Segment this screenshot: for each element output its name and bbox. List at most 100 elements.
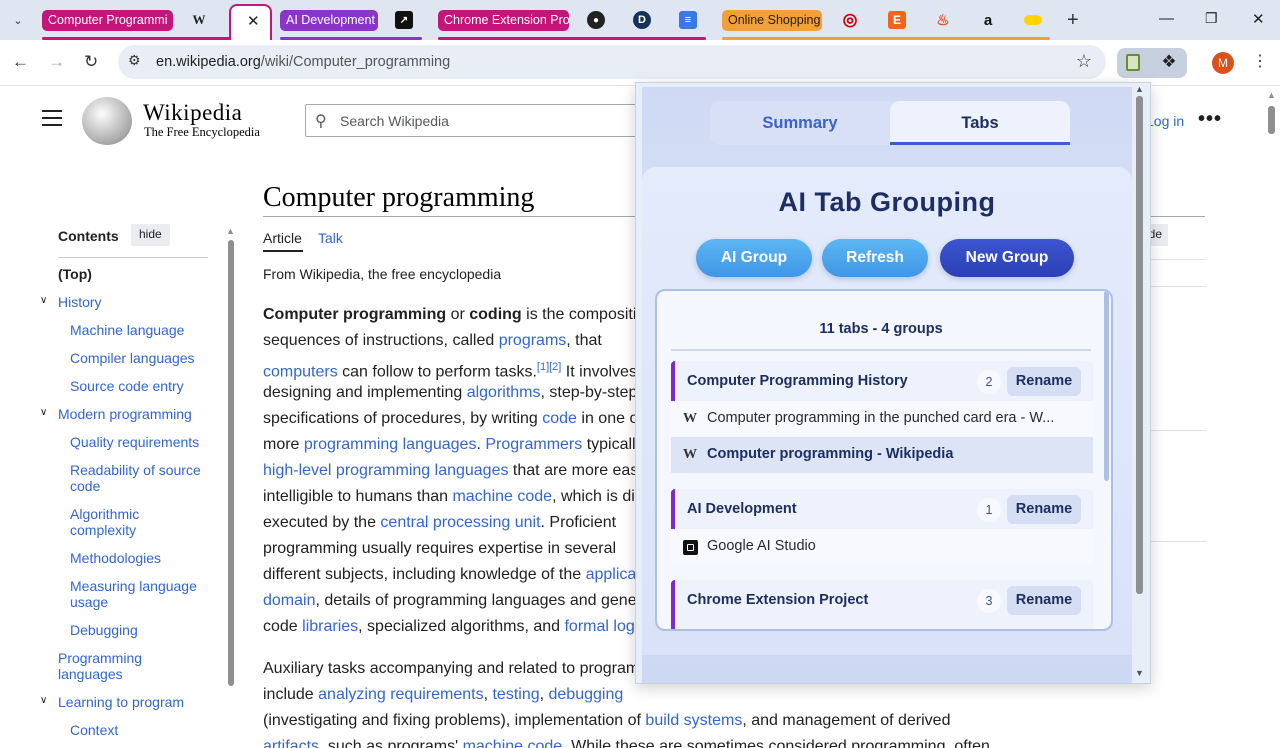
popup-scrollbar[interactable] <box>1136 96 1143 594</box>
flame-icon[interactable]: ♨ <box>934 11 952 29</box>
toc-item-measuring-language-usage[interactable]: Measuring language usage <box>70 578 210 610</box>
toc-expand-icon[interactable]: ∨ <box>40 295 47 306</box>
bookmark-star-icon[interactable]: ☆ <box>1076 51 1092 72</box>
wikipedia-wordmark[interactable]: Wikipedia <box>143 100 242 126</box>
toc-item-source-code-entry[interactable]: Source code entry <box>70 378 184 394</box>
rename-button[interactable]: Rename <box>1007 586 1081 615</box>
tab-group-chip-chrome-extension[interactable]: Chrome Extension Pro <box>438 10 569 31</box>
d-app-icon[interactable]: D <box>633 11 651 29</box>
toc-item-readability[interactable]: Readability of source code <box>70 462 210 494</box>
link-computers[interactable]: computers <box>263 363 338 380</box>
tab-search-button[interactable]: ⌄ <box>6 8 30 32</box>
toc-item-quality-requirements[interactable]: Quality requirements <box>70 434 199 450</box>
yellow-group-icon[interactable] <box>1024 11 1042 29</box>
toc-item-programming-languages[interactable]: Programming languages <box>58 650 158 682</box>
forward-button[interactable]: → <box>48 52 65 72</box>
new-group-button[interactable]: New Group <box>940 239 1074 277</box>
toc-scroll-up-icon[interactable]: ▲ <box>226 226 235 236</box>
tab-grouping-extension-button[interactable] <box>1117 48 1151 78</box>
browser-menu-icon[interactable]: ⋮ <box>1252 51 1268 71</box>
tab-group-chip-computer-programming[interactable]: Computer Programmi <box>42 10 173 31</box>
toc-item-methodologies[interactable]: Methodologies <box>70 550 161 566</box>
back-button[interactable]: ← <box>12 52 29 72</box>
page-scroll-up-icon[interactable]: ▲ <box>1267 90 1276 100</box>
main-menu-icon[interactable] <box>42 110 62 131</box>
google-docs-icon[interactable]: ≡ <box>679 11 697 29</box>
link-high-level-languages[interactable]: high-level programming languages <box>263 462 508 479</box>
active-tab[interactable]: ✕ <box>229 4 272 40</box>
new-tab-button[interactable]: + <box>1067 9 1079 32</box>
site-info-icon[interactable]: ⚙ <box>128 52 141 69</box>
link-testing[interactable]: testing <box>492 686 539 703</box>
popup-scroll-up-icon[interactable]: ▲ <box>1135 84 1144 94</box>
tab-talk[interactable]: Talk <box>318 230 343 246</box>
wikipedia-icon[interactable]: W <box>190 11 208 29</box>
close-icon[interactable]: ✕ <box>247 12 260 30</box>
link-artifacts[interactable]: artifacts <box>263 738 319 748</box>
login-link[interactable]: Log in <box>1146 113 1184 129</box>
link-cpu[interactable]: central processing unit <box>380 514 540 531</box>
restore-button[interactable]: ❐ <box>1205 10 1218 27</box>
group-tab-row[interactable]: W Computer programming - Wikipedia <box>671 437 1093 473</box>
profile-avatar[interactable]: M <box>1212 52 1234 74</box>
page-scrollbar[interactable] <box>1268 106 1275 134</box>
toc-item-machine-language[interactable]: Machine language <box>70 322 184 338</box>
toc-expand-icon[interactable]: ∨ <box>40 407 47 418</box>
more-options-icon[interactable]: ••• <box>1198 108 1222 131</box>
text: different subjects, including knowledge … <box>263 566 586 583</box>
group-tab-row[interactable]: W Computer programming in the punched ca… <box>671 401 1093 437</box>
wikipedia-search-input[interactable]: ⚲ Search Wikipedia <box>305 104 645 137</box>
link-algorithms[interactable]: algorithms <box>467 384 541 401</box>
toc-item-context[interactable]: Context <box>70 722 118 738</box>
rename-button[interactable]: Rename <box>1007 367 1081 396</box>
rename-button[interactable]: Rename <box>1007 495 1081 524</box>
ai-group-button[interactable]: AI Group <box>696 239 812 277</box>
link-analyzing-requirements[interactable]: analyzing requirements <box>318 686 483 703</box>
url-text[interactable]: en.wikipedia.org/wiki/Computer_programmi… <box>156 54 450 70</box>
link-code[interactable]: code <box>542 410 577 427</box>
link-debugging[interactable]: debugging <box>549 686 624 703</box>
toc-item-modern-programming[interactable]: Modern programming <box>58 406 192 422</box>
amazon-icon[interactable]: a <box>979 11 997 29</box>
minimize-button[interactable]: — <box>1159 10 1174 27</box>
link-formal-logic[interactable]: formal log <box>564 618 634 635</box>
link-domain[interactable]: domain <box>263 592 315 609</box>
link-libraries[interactable]: libraries <box>302 618 358 635</box>
tab-article[interactable]: Article <box>263 230 302 246</box>
tab-tabs[interactable]: Tabs <box>890 101 1070 145</box>
wikipedia-globe-logo[interactable] <box>82 97 132 145</box>
link-machine-code[interactable]: machine code <box>452 488 552 505</box>
link-machine-code[interactable]: machine code <box>463 738 563 748</box>
tab-summary[interactable]: Summary <box>710 101 890 145</box>
target-icon[interactable]: ◎ <box>841 10 859 29</box>
toc-item-debugging[interactable]: Debugging <box>70 622 138 638</box>
group-tab-row[interactable]: Google AI Studio <box>671 529 1093 565</box>
toc-item-compiler-languages[interactable]: Compiler languages <box>70 350 195 366</box>
group-list-scrollbar[interactable] <box>1104 291 1109 481</box>
tab-group-chip-online-shopping[interactable]: Online Shopping <box>722 10 822 31</box>
link-programmers[interactable]: Programmers <box>485 436 582 453</box>
toc-expand-icon[interactable]: ∨ <box>40 695 47 706</box>
toc-item-top[interactable]: (Top) <box>58 266 92 282</box>
popup-scroll-down-icon[interactable]: ▼ <box>1135 668 1144 678</box>
citation-link[interactable]: [1][2] <box>537 361 561 373</box>
extensions-puzzle-icon[interactable]: ❖ <box>1151 48 1187 78</box>
toc-scrollbar[interactable] <box>228 240 234 686</box>
close-window-button[interactable]: ✕ <box>1252 10 1265 28</box>
tab-group-chip-ai-development[interactable]: AI Development <box>280 10 378 31</box>
toc-item-algorithmic-complexity[interactable]: Algorithmic complexity <box>70 506 160 538</box>
reload-button[interactable]: ↻ <box>84 52 98 72</box>
address-bar[interactable]: ⚙ en.wikipedia.org/wiki/Computer_program… <box>118 45 1106 79</box>
toc-item-history[interactable]: History <box>58 294 102 310</box>
etsy-icon[interactable]: E <box>888 11 906 29</box>
link-programming-languages[interactable]: programming languages <box>304 436 477 453</box>
group-list[interactable]: 11 tabs - 4 groups Computer Programming … <box>655 289 1113 631</box>
toc-hide-button[interactable]: hide <box>131 224 170 246</box>
link-application[interactable]: applica <box>586 566 637 583</box>
link-programs[interactable]: programs <box>499 332 567 349</box>
ai-studio-icon[interactable]: ↗ <box>395 11 413 29</box>
link-build-systems[interactable]: build systems <box>645 712 742 729</box>
github-icon[interactable]: ● <box>587 11 605 29</box>
refresh-button[interactable]: Refresh <box>822 239 928 277</box>
toc-item-learning-to-program[interactable]: Learning to program <box>58 694 184 710</box>
